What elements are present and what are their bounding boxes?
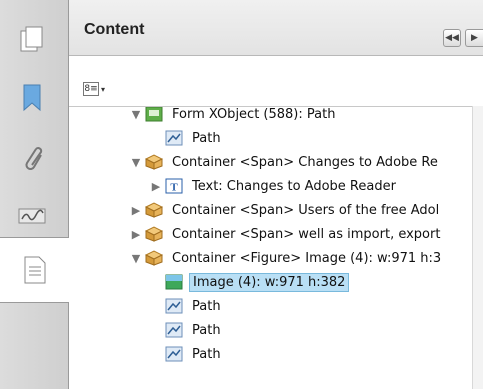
content-icon[interactable] [0,237,70,303]
navigation-rail [0,0,70,389]
tree-row[interactable]: ▼ Container <Figure> Image (4): w:971 h:3 [69,246,483,270]
tree-row-label: Container <Span> Users of the free Adol [172,202,440,218]
collapse-panel-button[interactable]: ◀◀ [443,29,461,47]
bookmark-icon[interactable] [14,80,50,116]
text-icon: T [165,178,183,194]
image-icon [165,274,183,290]
scrollbar[interactable] [472,106,483,389]
path-icon [165,346,183,362]
attachments-icon[interactable] [14,140,50,176]
expand-triangle-icon[interactable]: ▶ [129,228,143,241]
container-icon [145,154,163,170]
tree-row[interactable]: Path [69,126,483,150]
path-icon [165,322,183,338]
path-icon [165,298,183,314]
tree-row-label: Path [192,322,221,338]
tree-row[interactable]: Path [69,318,483,342]
tree-row[interactable]: ▼ Form XObject (588): Path [69,106,483,126]
tree-row-label: Container <Span> Changes to Adobe Re [172,154,438,170]
tree-row-label: Path [192,346,221,362]
container-icon [145,202,163,218]
panel-title: Content [84,21,145,38]
tree-row[interactable]: ▼ Container <Span> Changes to Adobe Re [69,150,483,174]
tree-row[interactable]: Path [69,342,483,366]
tree-row[interactable]: ▶ Container <Span> well as import, export [69,222,483,246]
path-icon [165,130,183,146]
pages-icon[interactable] [14,22,50,58]
tree-row[interactable]: ▶ T Text: Changes to Adobe Reader [69,174,483,198]
tree-row[interactable]: Image (4): w:971 h:382 [69,270,483,294]
panel-header: Content ◀◀ ▶ [69,0,483,56]
container-icon [145,226,163,242]
content-tree: ▼ Form XObject (588): Path Path ▼ Container … [69,106,483,389]
expand-triangle-icon[interactable]: ▶ [149,180,163,193]
tree-row-label: Form XObject (588): Path [172,106,336,122]
signatures-icon[interactable] [14,198,50,234]
options-icon: 8≡ [83,82,99,96]
panel-toolbar: 8≡ ▾ [69,56,483,106]
tree-row[interactable]: ▶ Container <Span> Users of the free Adol [69,198,483,222]
tree-row-label: Path [192,130,221,146]
content-panel: Content ◀◀ ▶ 8≡ ▾ ▼ Form XObject (588): P… [69,0,483,389]
next-panel-button[interactable]: ▶ [465,29,483,47]
tree-row[interactable]: Path [69,294,483,318]
expand-triangle-icon[interactable]: ▶ [129,204,143,217]
options-menu-button[interactable]: 8≡ ▾ [83,81,111,97]
chevron-down-icon: ▾ [101,84,106,94]
tree-row-label: Path [192,298,221,314]
collapse-triangle-icon[interactable]: ▼ [129,156,143,169]
form-xobject-icon [145,107,163,122]
svg-text:T: T [170,182,178,194]
collapse-triangle-icon[interactable]: ▼ [129,108,143,121]
tree-row-label: Image (4): w:971 h:382 [189,272,350,292]
tree-row-label: Container <Span> well as import, export [172,226,441,242]
tree-row-label: Container <Figure> Image (4): w:971 h:3 [172,250,442,266]
tree-row-label: Text: Changes to Adobe Reader [192,178,396,194]
collapse-triangle-icon[interactable]: ▼ [129,252,143,265]
container-icon [145,250,163,266]
